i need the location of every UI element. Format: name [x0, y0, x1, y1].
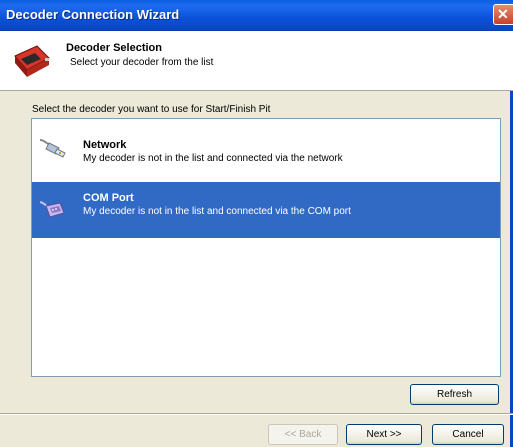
decoder-device-icon	[14, 45, 50, 77]
list-item-com-port[interactable]: COM Port My decoder is not in the list a…	[32, 182, 500, 238]
wizard-header: Decoder Selection Select your decoder fr…	[0, 31, 513, 91]
close-button[interactable]: ✕	[493, 4, 513, 25]
decoder-name: COM Port	[83, 192, 134, 204]
decoder-prompt: Select the decoder you want to use for S…	[32, 104, 271, 115]
com-port-icon	[39, 201, 65, 218]
decoder-description: My decoder is not in the list and connec…	[83, 206, 351, 217]
decoder-name: Network	[83, 139, 127, 151]
window-title: Decoder Connection Wizard	[6, 7, 180, 22]
footer-divider	[0, 413, 513, 415]
decoder-list[interactable]: Network My decoder is not in the list an…	[31, 118, 501, 377]
decoder-description: My decoder is not in the list and connec…	[83, 153, 343, 164]
header-subtitle: Select your decoder from the list	[70, 57, 214, 68]
list-item-network[interactable]: Network My decoder is not in the list an…	[32, 120, 500, 176]
header-title: Decoder Selection	[66, 42, 162, 54]
network-plug-icon	[39, 139, 66, 158]
close-icon: ✕	[497, 6, 509, 22]
back-button[interactable]: << Back	[268, 424, 338, 445]
title-bar[interactable]: Decoder Connection Wizard ✕	[0, 0, 513, 31]
cancel-button[interactable]: Cancel	[432, 424, 504, 445]
next-button[interactable]: Next >>	[346, 424, 422, 445]
refresh-button[interactable]: Refresh	[410, 384, 499, 405]
